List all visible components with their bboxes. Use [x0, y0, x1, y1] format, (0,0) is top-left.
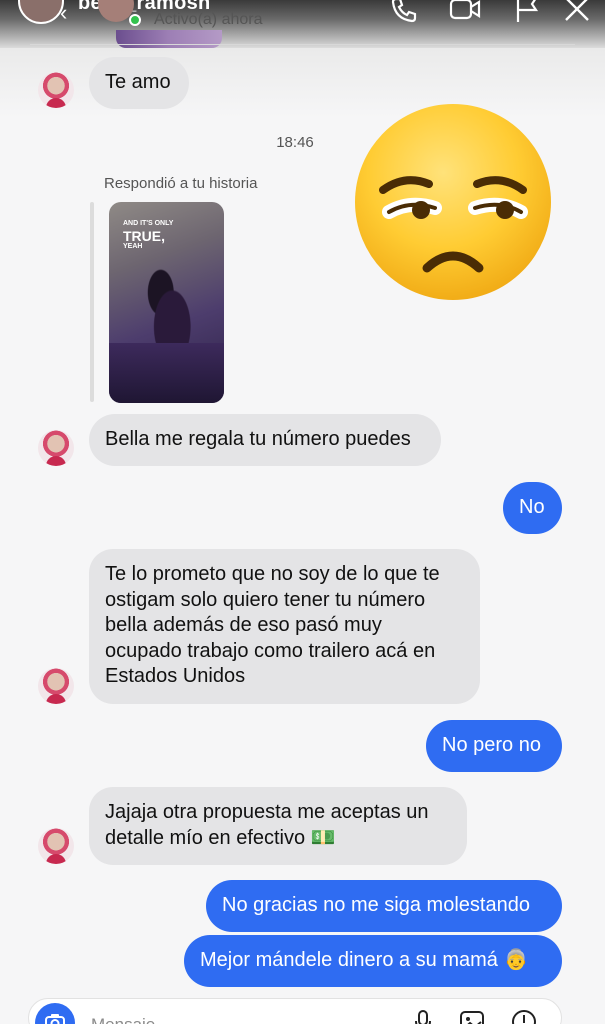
chat-header: ‹ bella_ramosh Activo(a) ahora	[0, 0, 605, 48]
message-text: No	[519, 496, 545, 519]
message-text: No gracias no me siga molestando	[222, 894, 530, 917]
incoming-message[interactable]: Bella me regala tu número puedes	[89, 414, 441, 466]
story-caption-big: TRUE,	[123, 228, 165, 244]
header-divider	[30, 44, 575, 45]
message-line: detalle mío en efectivo 💵	[105, 826, 336, 849]
video-icon[interactable]	[448, 0, 482, 34]
outgoing-message[interactable]: Mejor mándele dinero a su mamá 👵	[184, 935, 562, 987]
message-text: Jajaja otra propuesta me aceptas un deta…	[105, 800, 429, 851]
message-line: ocupado trabajo como trailero acá en	[105, 639, 436, 662]
message-line: Estados Unidos	[105, 665, 246, 687]
message-text: Bella me regala tu número puedes	[105, 428, 411, 451]
message-text: No pero no	[442, 734, 541, 757]
sender-avatar[interactable]	[38, 430, 74, 466]
story-reply-label: Respondió a tu historia	[104, 175, 258, 192]
message-text: Te amo	[105, 71, 171, 94]
message-input[interactable]: Mensaje...	[91, 1015, 169, 1024]
phone-icon[interactable]	[388, 0, 420, 34]
unamused-face-emoji-icon	[355, 104, 551, 300]
message-composer[interactable]: Mensaje...	[28, 998, 562, 1024]
outgoing-message[interactable]: No pero no	[426, 720, 562, 772]
message-line: Te lo prometo que no soy de lo que te	[105, 563, 440, 585]
flag-icon[interactable]	[512, 0, 542, 34]
sender-avatar[interactable]	[38, 668, 74, 704]
message-line: Jajaja otra propuesta me aceptas un	[105, 801, 429, 823]
close-icon[interactable]	[562, 0, 592, 34]
story-caption-small: AND IT'S ONLY	[123, 220, 174, 227]
message-text: Te lo prometo que no soy de lo que te os…	[105, 562, 440, 690]
gallery-icon[interactable]	[459, 1009, 485, 1024]
incoming-message[interactable]: Te amo	[89, 57, 189, 109]
sticker-icon[interactable]	[511, 1009, 537, 1024]
outgoing-message[interactable]: No gracias no me siga molestando	[206, 880, 562, 932]
story-image-scene	[109, 343, 224, 403]
message-line: ostigam solo quiero tener tu número	[105, 588, 426, 611]
reply-indicator-bar	[90, 202, 94, 402]
message-text: Mejor mándele dinero a su mamá 👵	[200, 949, 529, 972]
message-line: bella además de eso pasó muy	[105, 614, 382, 636]
back-icon[interactable]: ‹	[60, 0, 67, 26]
incoming-message[interactable]: Te lo prometo que no soy de lo que te os…	[89, 549, 480, 704]
story-avatar[interactable]	[18, 0, 64, 24]
microphone-icon[interactable]	[413, 1009, 433, 1024]
online-status-dot	[129, 14, 141, 26]
sender-avatar[interactable]	[38, 72, 74, 108]
active-status: Activo(a) ahora	[154, 11, 263, 28]
story-caption-yeah: YEAH	[123, 243, 143, 250]
camera-icon[interactable]	[35, 1003, 75, 1024]
story-thumbnail[interactable]: AND IT'S ONLY TRUE, YEAH	[109, 202, 224, 403]
incoming-message[interactable]: Jajaja otra propuesta me aceptas un deta…	[89, 787, 467, 865]
sender-avatar[interactable]	[38, 828, 74, 864]
outgoing-message[interactable]: No	[503, 482, 562, 534]
previous-media-thumbnail[interactable]	[116, 30, 222, 48]
